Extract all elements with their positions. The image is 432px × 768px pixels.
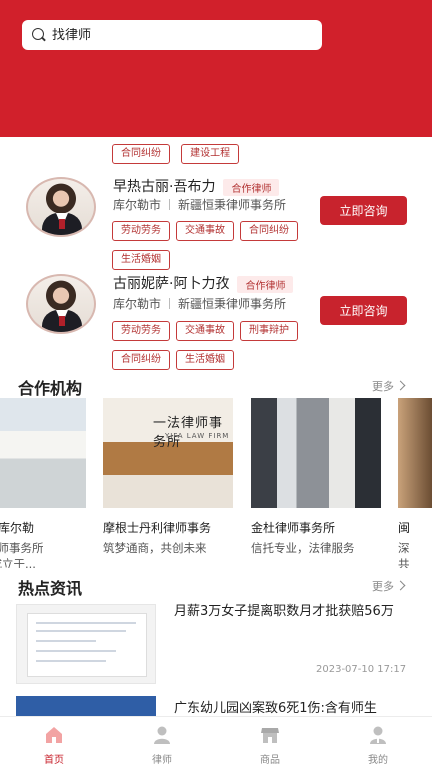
tab-label: 首页 <box>44 755 64 766</box>
tab-label: 律师 <box>152 755 172 766</box>
shop-icon <box>261 728 279 743</box>
partner-desc: 深 共 <box>398 541 410 568</box>
tag[interactable]: 刑事辩护 <box>240 321 298 341</box>
tab-lawyer[interactable]: 律师 <box>108 717 216 768</box>
lawyer-name: 早热古丽·吾布力 <box>113 179 216 195</box>
partner-card[interactable]: 闽 深 共 <box>398 398 432 568</box>
lawyer-name: 古丽妮萨·阿卜力孜 <box>113 276 230 292</box>
partner-image: 一法律师事务所 YIFA LAW FIRM <box>103 398 233 508</box>
lawyer-location: 库尔勒市 新疆恒秉律师事务所 <box>113 295 286 312</box>
tag[interactable]: 合同纠纷 <box>240 221 298 241</box>
lawyer-name-row: 古丽妮萨·阿卜力孜 合作律师 <box>113 273 294 293</box>
tab-profile[interactable]: 我的 <box>324 717 432 768</box>
partner-image <box>0 398 86 508</box>
lawyer-firm: 新疆恒秉律师事务所 <box>178 297 287 311</box>
news-date: 2023-07-10 17:17 <box>316 664 407 675</box>
partner-desc: 筑梦通商，共创未来 <box>103 541 207 555</box>
partner-badge: 合作律师 <box>223 178 280 196</box>
news-title[interactable]: 月薪3万女子提离职数月才批获赔56万 <box>174 603 414 620</box>
home-icon <box>46 727 62 743</box>
previous-lawyer-tags: 合同纠纷 建设工程 <box>112 141 245 170</box>
lawyer-tags: 劳动劳务 交通事故 合同纠纷生活婚姻 <box>112 218 322 276</box>
divider <box>169 298 171 309</box>
partner-image <box>398 398 432 508</box>
tab-home[interactable]: 首页 <box>0 717 108 768</box>
header-banner <box>0 0 432 137</box>
partner-card[interactable]: 金杜律师事务所 信托专业，法律服务 <box>251 398 381 568</box>
tag[interactable]: 合同纠纷 <box>112 350 170 370</box>
section-title-news: 热点资讯 <box>18 579 83 598</box>
section-title-partners: 合作机构 <box>18 379 83 398</box>
search-input[interactable] <box>52 27 302 43</box>
search-bar[interactable] <box>22 20 322 50</box>
lawyer-location: 库尔勒市 新疆恒秉律师事务所 <box>113 196 286 213</box>
tab-label: 我的 <box>368 755 388 766</box>
firm-sign-text: 一法律师事务所 <box>153 416 224 450</box>
tag[interactable]: 交通事故 <box>176 321 234 341</box>
firm-sign-subtext: YIFA LAW FIRM <box>165 432 230 440</box>
tag[interactable]: 合同纠纷 <box>112 144 170 164</box>
lawyer-firm: 新疆恒秉律师事务所 <box>178 198 287 212</box>
partner-card[interactable]: （库尔勒 律师事务所 )成立于... <box>0 398 86 568</box>
tag[interactable]: 劳动劳务 <box>112 321 170 341</box>
lawyer-name-row: 早热古丽·吾布力 合作律师 <box>113 176 280 196</box>
partner-desc: 信托专业，法律服务 <box>251 541 355 555</box>
partner-image <box>251 398 381 508</box>
news-more-link[interactable]: 更多 <box>372 578 404 594</box>
tag[interactable]: 生活婚姻 <box>176 350 234 370</box>
lawyer-city: 库尔勒市 <box>113 198 162 212</box>
lawyer-tags: 劳动劳务 交通事故 刑事辩护合同纠纷 生活婚姻 <box>112 318 322 376</box>
tag[interactable]: 交通事故 <box>176 221 234 241</box>
consult-button[interactable]: 立即咨询 <box>320 296 407 325</box>
news-thumbnail[interactable] <box>16 604 156 684</box>
lawyer-avatar <box>26 177 96 237</box>
lawyer-avatar <box>26 274 96 334</box>
partner-name: 闽 <box>398 521 411 535</box>
lawyer-icon <box>154 726 170 744</box>
profile-icon <box>370 726 386 744</box>
divider <box>169 199 171 210</box>
search-icon <box>32 28 46 42</box>
partner-badge: 合作律师 <box>237 275 294 293</box>
tag[interactable]: 生活婚姻 <box>112 250 170 270</box>
news-title[interactable]: 广东幼儿园凶案致6死1伤:含有师生 <box>174 697 377 716</box>
partner-name: 摩根士丹利律师事务 <box>103 521 212 535</box>
tab-label: 商品 <box>260 755 280 766</box>
partner-card[interactable]: 一法律师事务所 YIFA LAW FIRM 摩根士丹利律师事务 筑梦通商，共创未… <box>103 398 233 568</box>
bottom-tab-bar: 首页 律师 商品 我的 <box>0 716 432 768</box>
consult-button[interactable]: 立即咨询 <box>320 196 407 225</box>
partner-name: 金杜律师事务所 <box>251 521 336 535</box>
partners-more-link[interactable]: 更多 <box>372 378 404 394</box>
document-image <box>27 613 147 677</box>
lawyer-city: 库尔勒市 <box>113 297 162 311</box>
tag[interactable]: 劳动劳务 <box>112 221 170 241</box>
partner-desc: 律师事务所 )成立于... <box>0 541 44 568</box>
partner-name: （库尔勒 <box>0 521 35 535</box>
tag[interactable]: 建设工程 <box>181 144 240 164</box>
tab-shop[interactable]: 商品 <box>216 717 324 768</box>
